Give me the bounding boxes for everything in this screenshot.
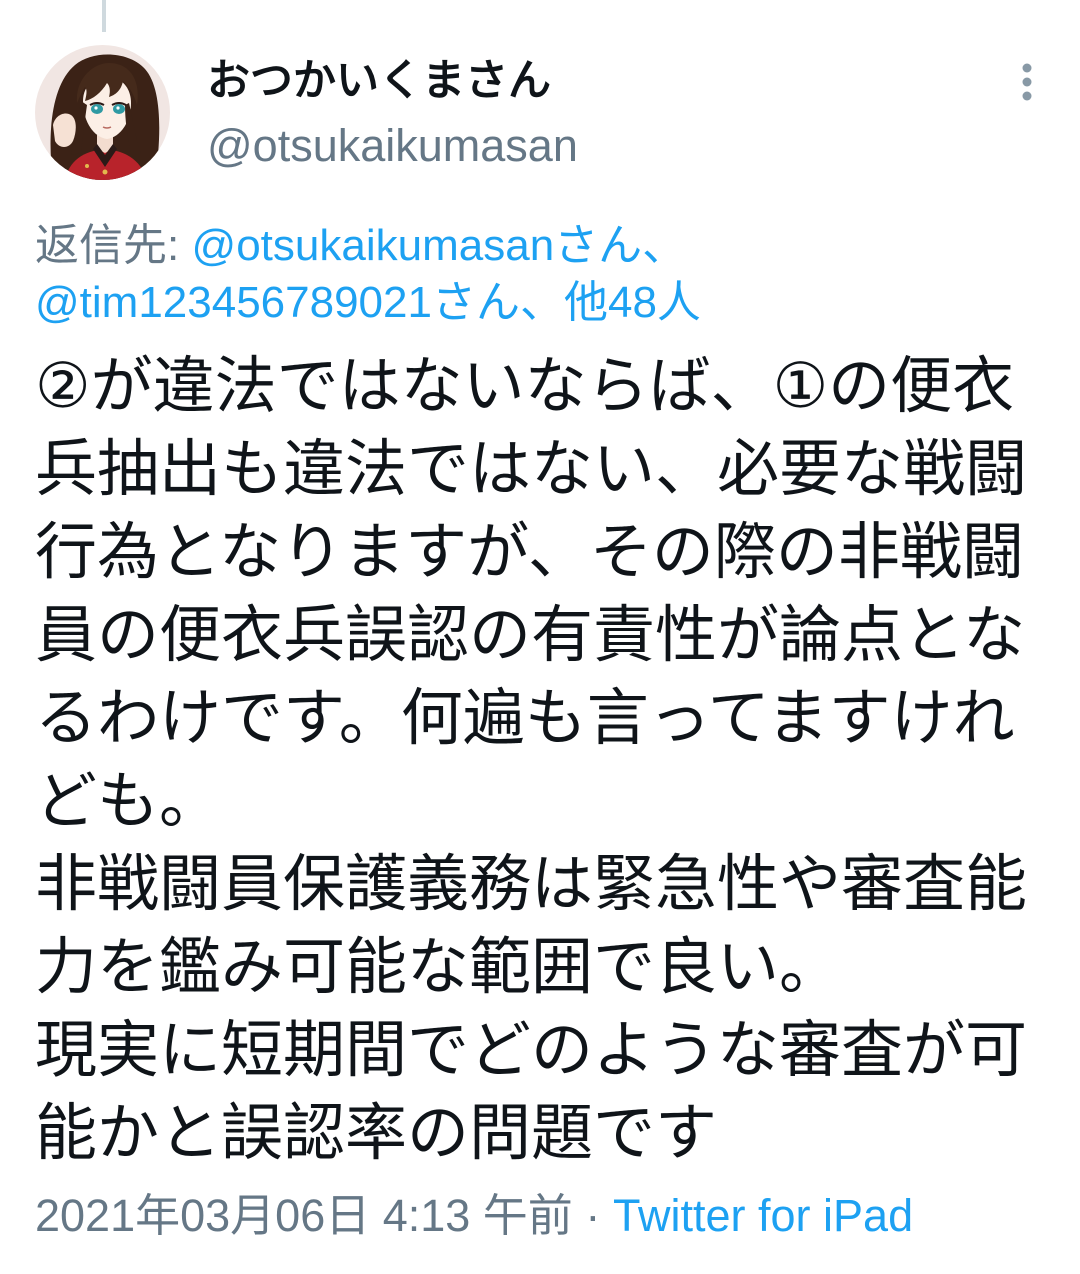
- meta-separator: ·: [585, 1190, 601, 1241]
- tweet-text-line: 兵抽出も違法ではない、必要な戦闘: [35, 435, 1028, 504]
- tweet-text-line: 能かと誤認率の問題です: [35, 1099, 718, 1168]
- tweet-text-line: 力を鑑み可能な範囲で良い。: [35, 933, 842, 1002]
- tweet-text-line: ②が違法ではないならば、①の便衣: [35, 352, 1015, 421]
- tweet-text-line: 現実に短期間でどのような審査が可: [35, 1016, 1028, 1085]
- avatar-hand: [53, 113, 76, 147]
- more-options-button[interactable]: [1012, 55, 1042, 111]
- thread-connector-line: [102, 0, 106, 32]
- reply-context: 返信先: @otsukaikumasanさん、 @tim123456789021さ…: [35, 217, 1045, 331]
- tweet-text-line: 非戦闘員保護義務は緊急性や審査能: [35, 850, 1028, 919]
- tweet-text: ②が違法ではないならば、①の便衣 兵抽出も違法ではない、必要な戦闘 行為となりま…: [35, 345, 1045, 1175]
- more-icon-dot: [1022, 77, 1032, 87]
- reply-mention-link[interactable]: @otsukaikumasanさん、: [192, 221, 687, 270]
- tweet-text-line: ども。: [35, 767, 222, 836]
- tweet-text-line: 行為となりますが、その際の非戦闘: [35, 518, 1024, 587]
- reply-context-line: @tim123456789021さん、他48人: [35, 274, 1045, 331]
- avatar-image: [35, 45, 170, 180]
- avatar-eye-highlight: [116, 106, 120, 110]
- reply-context-line: 返信先: @otsukaikumasanさん、: [35, 217, 1045, 274]
- avatar-button: [85, 164, 89, 168]
- timestamp[interactable]: 2021年03月06日 4:13 午前: [35, 1190, 573, 1241]
- avatar-eye-highlight: [94, 106, 98, 110]
- reply-others-link[interactable]: 他48人: [564, 278, 701, 327]
- author-handle[interactable]: @otsukaikumasan: [207, 117, 578, 175]
- reply-label: 返信先:: [35, 221, 180, 270]
- tweet-metadata: 2021年03月06日 4:13 午前 · Twitter for iPad: [35, 1187, 1045, 1245]
- more-vertical-icon: [1022, 63, 1032, 101]
- more-icon-dot: [1022, 63, 1032, 73]
- avatar-button: [102, 169, 108, 175]
- tweet-text-line: るわけです。何遍も言ってますけれ: [35, 684, 1015, 753]
- tweet-text-line: 員の便衣兵誤認の有責性が論点とな: [35, 601, 1026, 670]
- author-display-name[interactable]: おつかいくまさん: [207, 53, 551, 109]
- source-link[interactable]: Twitter for iPad: [613, 1190, 913, 1241]
- reply-mention-link[interactable]: @tim123456789021さん、: [35, 278, 564, 327]
- tweet-detail: おつかいくまさん @otsukaikumasan 返信先: @otsukaikum…: [0, 0, 1080, 1274]
- more-icon-dot: [1022, 91, 1032, 101]
- avatar[interactable]: [35, 45, 170, 180]
